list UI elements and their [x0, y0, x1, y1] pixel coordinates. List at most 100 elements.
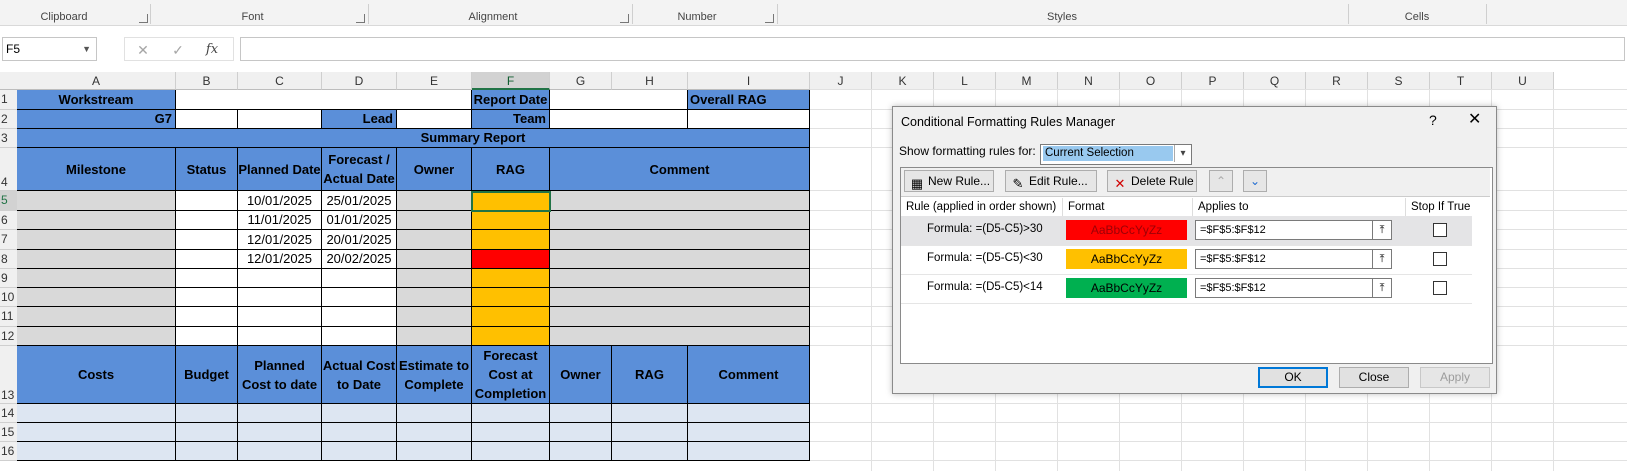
milestone-rag-cell[interactable]	[472, 230, 550, 250]
milestone-milestone-cell[interactable]	[17, 307, 176, 327]
row-header-10[interactable]: 10	[0, 288, 18, 307]
row-header-15[interactable]: 15	[0, 423, 18, 442]
milestone-rag-cell[interactable]	[472, 269, 550, 288]
cell-b2[interactable]	[176, 110, 238, 129]
milestone-forecast-cell[interactable]	[322, 327, 397, 346]
row-header-2[interactable]: 2	[0, 110, 18, 129]
cost-cell[interactable]	[238, 442, 322, 461]
cost-cell[interactable]	[176, 404, 238, 423]
milestone-owner-cell[interactable]	[397, 230, 472, 250]
rule-row[interactable]: Formula: =(D5-C5)<30 AaBbCcYyZz =$F$5:$F$1…	[901, 245, 1472, 275]
cost-cell[interactable]	[612, 423, 688, 442]
cost-cell[interactable]	[17, 404, 176, 423]
column-header-t[interactable]: T	[1430, 72, 1492, 90]
column-header-j[interactable]: J	[810, 72, 872, 90]
column-header-h[interactable]: H	[612, 72, 688, 90]
milestone-comment-cell[interactable]	[550, 307, 810, 327]
active-cell-f5[interactable]	[471, 191, 551, 212]
milestone-planned-cell[interactable]	[238, 288, 322, 307]
stop-if-true-checkbox[interactable]	[1433, 252, 1447, 266]
column-header-o[interactable]: O	[1120, 72, 1182, 90]
header-forecast-actual-date[interactable]: Forecast / Actual Date	[322, 148, 397, 191]
row-header-4[interactable]: 4	[0, 148, 18, 191]
cell-e2[interactable]	[397, 110, 472, 129]
cost-cell[interactable]	[397, 423, 472, 442]
milestone-status-cell[interactable]	[176, 269, 238, 288]
header-planned-date[interactable]: Planned Date	[238, 148, 322, 191]
cost-cell[interactable]	[612, 404, 688, 423]
edit-rule-button[interactable]: ✎ Edit Rule...	[1005, 170, 1097, 192]
milestone-owner-cell[interactable]	[397, 307, 472, 327]
header-planned-cost[interactable]: Planned Cost to date	[238, 346, 322, 404]
header-comment[interactable]: Comment	[550, 148, 810, 191]
cost-cell[interactable]	[322, 423, 397, 442]
collapse-dialog-icon[interactable]: ⤒	[1372, 250, 1391, 268]
chevron-down-icon[interactable]: ▾	[1174, 145, 1191, 162]
cost-cell[interactable]	[176, 442, 238, 461]
header-owner[interactable]: Owner	[397, 148, 472, 191]
milestone-owner-cell[interactable]	[397, 250, 472, 269]
cell-g2[interactable]	[550, 110, 688, 129]
close-button[interactable]: Close	[1339, 367, 1409, 388]
header-milestone[interactable]: Milestone	[17, 148, 176, 191]
milestone-comment-cell[interactable]	[550, 230, 810, 250]
milestone-forecast-cell[interactable]: 20/02/2025	[322, 250, 397, 269]
milestone-status-cell[interactable]	[176, 307, 238, 327]
column-header-n[interactable]: N	[1058, 72, 1120, 90]
enter-icon[interactable]: ✓	[168, 40, 188, 60]
cost-cell[interactable]	[550, 404, 612, 423]
milestone-rag-cell[interactable]	[472, 288, 550, 307]
cell-c2[interactable]	[238, 110, 322, 129]
new-rule-button[interactable]: ▦ New Rule...	[904, 170, 994, 192]
move-up-button[interactable]: ⌃	[1209, 170, 1233, 192]
cost-cell[interactable]	[238, 423, 322, 442]
header-budget[interactable]: Budget	[176, 346, 238, 404]
milestone-planned-cell[interactable]: 10/01/2025	[238, 191, 322, 211]
milestone-status-cell[interactable]	[176, 288, 238, 307]
header-rag[interactable]: RAG	[472, 148, 550, 191]
cell-f1-report-date[interactable]: Report Date	[472, 90, 550, 110]
milestone-owner-cell[interactable]	[397, 288, 472, 307]
row-header-7[interactable]: 7	[0, 230, 18, 250]
milestone-rag-cell[interactable]	[472, 327, 550, 346]
column-header-b[interactable]: B	[176, 72, 238, 90]
cell-g1[interactable]	[550, 90, 688, 110]
milestone-planned-cell[interactable]	[238, 327, 322, 346]
milestone-rag-cell[interactable]	[472, 307, 550, 327]
cost-cell[interactable]	[322, 404, 397, 423]
milestone-milestone-cell[interactable]	[17, 191, 176, 211]
row-header-3[interactable]: 3	[0, 129, 18, 148]
rule-row[interactable]: Formula: =(D5-C5)<14 AaBbCcYyZz =$F$5:$F$1…	[901, 274, 1472, 304]
ok-button[interactable]: OK	[1258, 367, 1328, 388]
milestone-comment-cell[interactable]	[550, 250, 810, 269]
cost-cell[interactable]	[17, 423, 176, 442]
applies-to-input[interactable]: =$F$5:$F$12 ⤒	[1195, 278, 1392, 298]
cost-cell[interactable]	[550, 442, 612, 461]
milestone-status-cell[interactable]	[176, 230, 238, 250]
column-header-p[interactable]: P	[1182, 72, 1244, 90]
cost-cell[interactable]	[612, 442, 688, 461]
milestone-planned-cell[interactable]: 12/01/2025	[238, 250, 322, 269]
delete-rule-button[interactable]: ✕ Delete Rule	[1107, 170, 1197, 192]
milestone-forecast-cell[interactable]	[322, 269, 397, 288]
number-launcher-icon[interactable]: ›	[765, 14, 774, 23]
column-header-q[interactable]: Q	[1244, 72, 1306, 90]
column-header-u[interactable]: U	[1492, 72, 1554, 90]
header-forecast-cost[interactable]: Forecast Cost at Completion	[472, 346, 550, 404]
cost-cell[interactable]	[322, 442, 397, 461]
header-cost-owner[interactable]: Owner	[550, 346, 612, 404]
row-header-14[interactable]: 14	[0, 404, 18, 423]
cell-b1-merged[interactable]	[176, 90, 472, 110]
milestone-comment-cell[interactable]	[550, 288, 810, 307]
insert-function-icon[interactable]: fx	[202, 40, 222, 60]
milestone-comment-cell[interactable]	[550, 327, 810, 346]
alignment-launcher-icon[interactable]: ›	[620, 14, 629, 23]
milestone-owner-cell[interactable]	[397, 191, 472, 211]
column-header-k[interactable]: K	[872, 72, 934, 90]
applies-to-input[interactable]: =$F$5:$F$12 ⤒	[1195, 249, 1392, 269]
cost-cell[interactable]	[472, 423, 550, 442]
milestone-planned-cell[interactable]: 11/01/2025	[238, 211, 322, 230]
column-header-l[interactable]: L	[934, 72, 996, 90]
milestone-planned-cell[interactable]	[238, 307, 322, 327]
chevron-down-icon[interactable]: ▼	[82, 38, 91, 60]
